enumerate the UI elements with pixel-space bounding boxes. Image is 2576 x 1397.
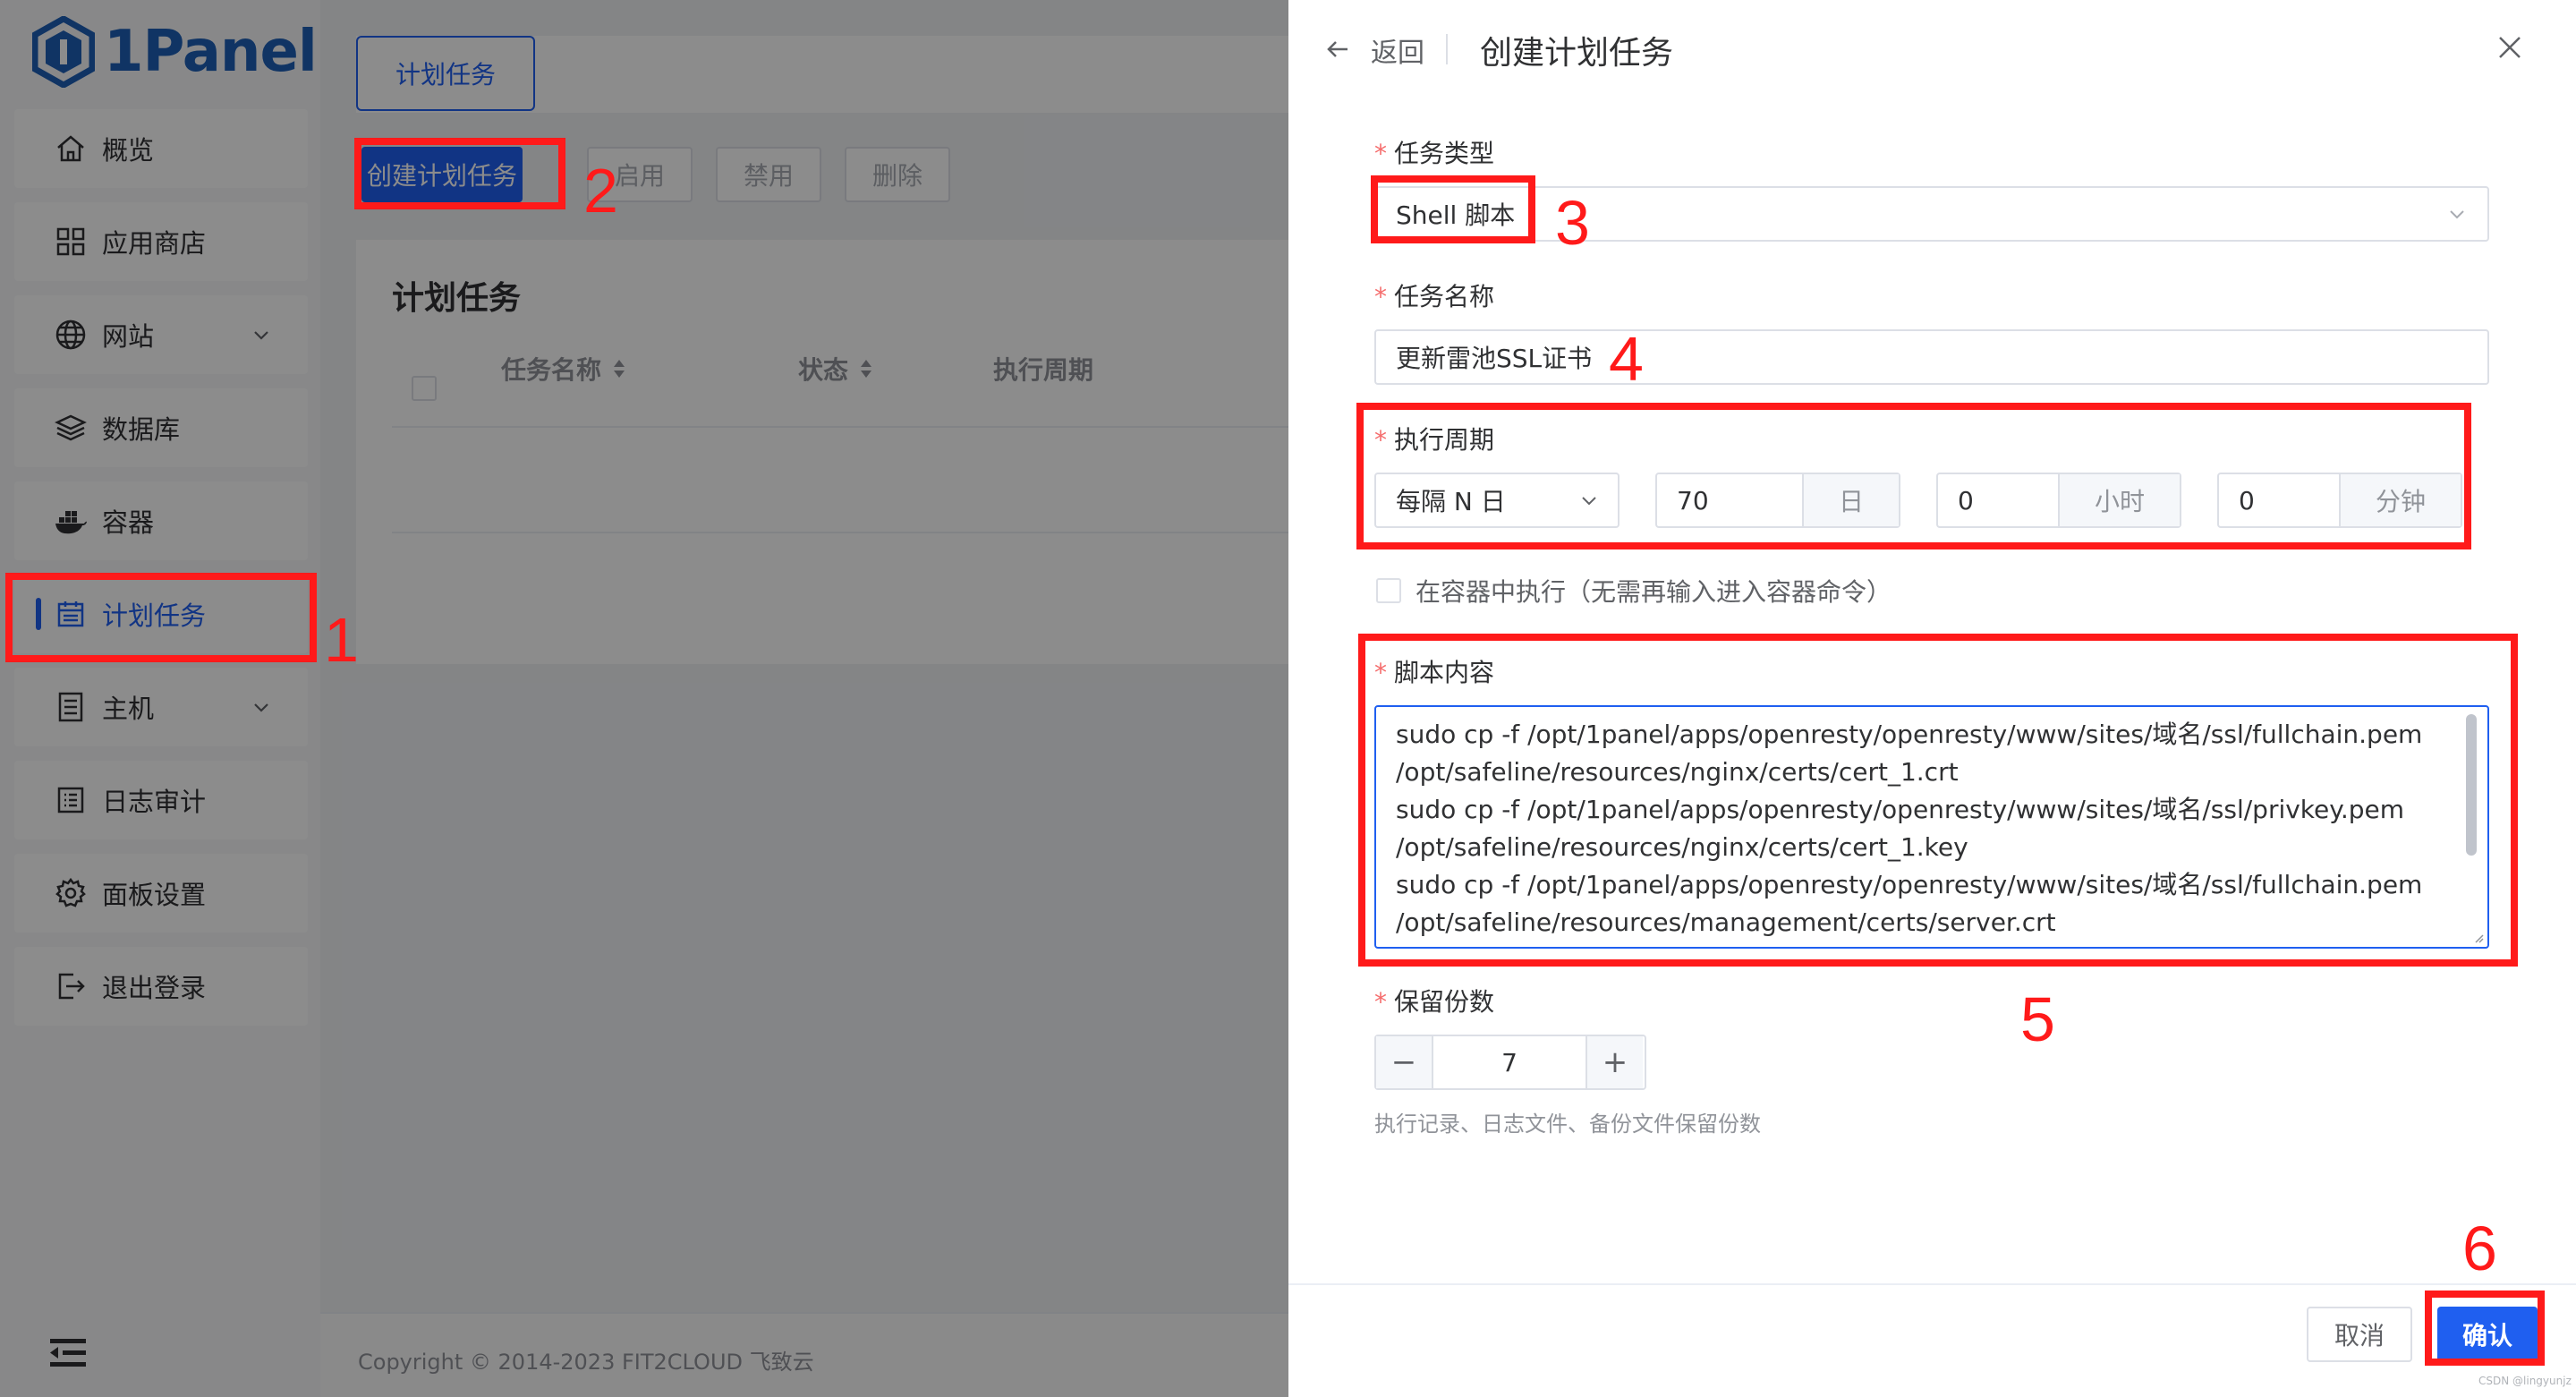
task-name-label: * 任务名称 (1374, 282, 1495, 311)
retain-hint: 执行记录、日志文件、备份文件保留份数 (1374, 1112, 1761, 1137)
increase-button[interactable]: + (1586, 1036, 1643, 1088)
drawer-footer-divider (1288, 1283, 2576, 1285)
back-button[interactable]: 返回 (1371, 30, 1424, 70)
container-exec-checkbox[interactable] (1376, 578, 1401, 603)
annotation-number-5: 5 (2020, 984, 2055, 1054)
modal-overlay[interactable] (0, 0, 1288, 1397)
container-exec-label[interactable]: 在容器中执行（无需再输入进入容器命令） (1416, 573, 1892, 609)
close-icon[interactable] (2496, 34, 2523, 61)
chevron-down-icon (2450, 210, 2464, 219)
cancel-button[interactable]: 取消 (2307, 1307, 2412, 1362)
retain-value[interactable]: 7 (1433, 1036, 1586, 1088)
back-arrow-icon[interactable] (1324, 36, 1351, 63)
annotation-box-script (1358, 634, 2518, 967)
annotation-box-3 (1371, 175, 1535, 243)
annotation-number-1: 1 (324, 605, 359, 675)
retain-stepper: − 7 + (1374, 1035, 1646, 1090)
task-name-input[interactable]: 更新雷池SSL证书 (1374, 329, 2489, 385)
decrease-button[interactable]: − (1376, 1036, 1433, 1088)
annotation-box-cycle (1356, 403, 2471, 549)
label-text: 任务名称 (1394, 282, 1495, 311)
task-type-select[interactable]: Shell 脚本 (1374, 186, 2489, 242)
annotation-number-6: 6 (2462, 1214, 2497, 1283)
annotation-box-1 (5, 573, 317, 662)
drawer-title: 创建计划任务 (1480, 35, 1674, 72)
watermark: CSDN @lingyunjz (2478, 1375, 2572, 1387)
annotation-number-3: 3 (1555, 188, 1590, 258)
annotation-number-2: 2 (583, 156, 618, 226)
input-value: 更新雷池SSL证书 (1396, 344, 1593, 373)
label-text: 保留份数 (1394, 987, 1495, 1017)
annotation-number-4: 4 (1609, 324, 1644, 394)
header-divider (1446, 34, 1448, 64)
annotation-box-2 (354, 138, 565, 209)
label-text: 任务类型 (1394, 139, 1495, 168)
retain-label: * 保留份数 (1374, 987, 1495, 1017)
task-type-label: * 任务类型 (1374, 139, 1495, 168)
annotation-box-confirm (2425, 1291, 2545, 1366)
